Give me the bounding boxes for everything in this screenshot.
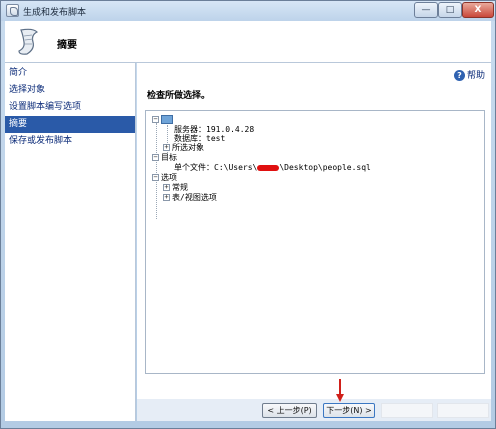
summary-tree[interactable]: − 服务器：191.0.4.28 数据库：test + 所选对象 − 目标 单个文件… [145, 110, 485, 374]
tree-guide-line [156, 123, 157, 219]
help-label: 帮助 [466, 71, 485, 81]
help-link[interactable]: ? 帮助 [453, 68, 485, 81]
nav-item-summary[interactable]: 摘要 [5, 116, 135, 133]
tree-row-selected-objects[interactable]: + 所选对象 [163, 143, 204, 153]
next-button[interactable]: 下一步(N) > [323, 403, 375, 418]
scroll-icon [18, 28, 39, 55]
expand-toggle[interactable]: + [163, 184, 170, 191]
single-file-suffix: \Desktop\people.sql [279, 163, 371, 172]
tree-row-options[interactable]: − 选项 [152, 173, 177, 183]
page-title: 摘要 [57, 40, 77, 51]
close-button[interactable]: X [462, 2, 494, 18]
minimize-button[interactable]: — [414, 2, 438, 18]
nav-item-choose-objects[interactable]: 选择对象 [5, 82, 135, 99]
annotation-arrow-down-icon [336, 379, 344, 402]
tree-row-target[interactable]: − 目标 [152, 153, 177, 163]
section-title: 检查所做选择。 [147, 91, 211, 101]
options-label: 选项 [161, 173, 177, 182]
target-label: 目标 [161, 153, 177, 162]
nav-item-save-or-publish[interactable]: 保存或发布脚本 [5, 133, 135, 150]
previous-button[interactable]: < 上一步(P) [262, 403, 317, 418]
database-label: 数据库：test [174, 134, 226, 143]
expand-toggle[interactable]: + [163, 144, 170, 151]
main-panel: ? 帮助 检查所做选择。 − 服务器：191.0.4.28 数据库：test + 所… [137, 63, 491, 421]
finish-button[interactable] [381, 403, 433, 418]
page-header: 摘要 [5, 21, 491, 63]
title-bar[interactable]: 生成和发布脚本 — □ X [1, 1, 495, 21]
server-icon [161, 115, 173, 124]
collapse-toggle[interactable]: − [152, 174, 159, 181]
server-name-label: 服务器：191.0.4.28 [174, 125, 255, 134]
help-icon: ? [453, 70, 465, 81]
maximize-button[interactable]: □ [438, 2, 462, 18]
table-view-options-label: 表/视图选项 [172, 193, 217, 202]
window-title: 生成和发布脚本 [23, 8, 87, 18]
wizard-nav: 简介 选择对象 设置脚本编写选项 摘要 保存或发布脚本 [5, 63, 136, 421]
cancel-button[interactable] [437, 403, 489, 418]
nav-item-intro[interactable]: 简介 [5, 65, 135, 82]
expand-toggle[interactable]: + [163, 194, 170, 201]
app-scroll-icon [6, 4, 19, 17]
collapse-toggle[interactable]: − [152, 116, 159, 123]
nav-item-scripting-options[interactable]: 设置脚本编写选项 [5, 99, 135, 116]
tree-row-single-file: 单个文件：C:\Users\ \Desktop\people.sql [174, 163, 371, 173]
tree-row-server[interactable]: − [152, 115, 173, 125]
collapse-toggle[interactable]: − [152, 154, 159, 161]
redaction-mark [257, 164, 280, 171]
single-file-prefix: 单个文件：C:\Users\ [174, 163, 258, 172]
tree-row-table-view-options[interactable]: + 表/视图选项 [163, 193, 217, 203]
dialog-window: 生成和发布脚本 — □ X 摘要 简介 选择对象 设置脚本编写选项 摘要 保存或… [0, 0, 496, 429]
tree-row-general[interactable]: + 常规 [163, 183, 188, 193]
selected-objects-label: 所选对象 [172, 143, 204, 152]
general-label: 常规 [172, 183, 188, 192]
